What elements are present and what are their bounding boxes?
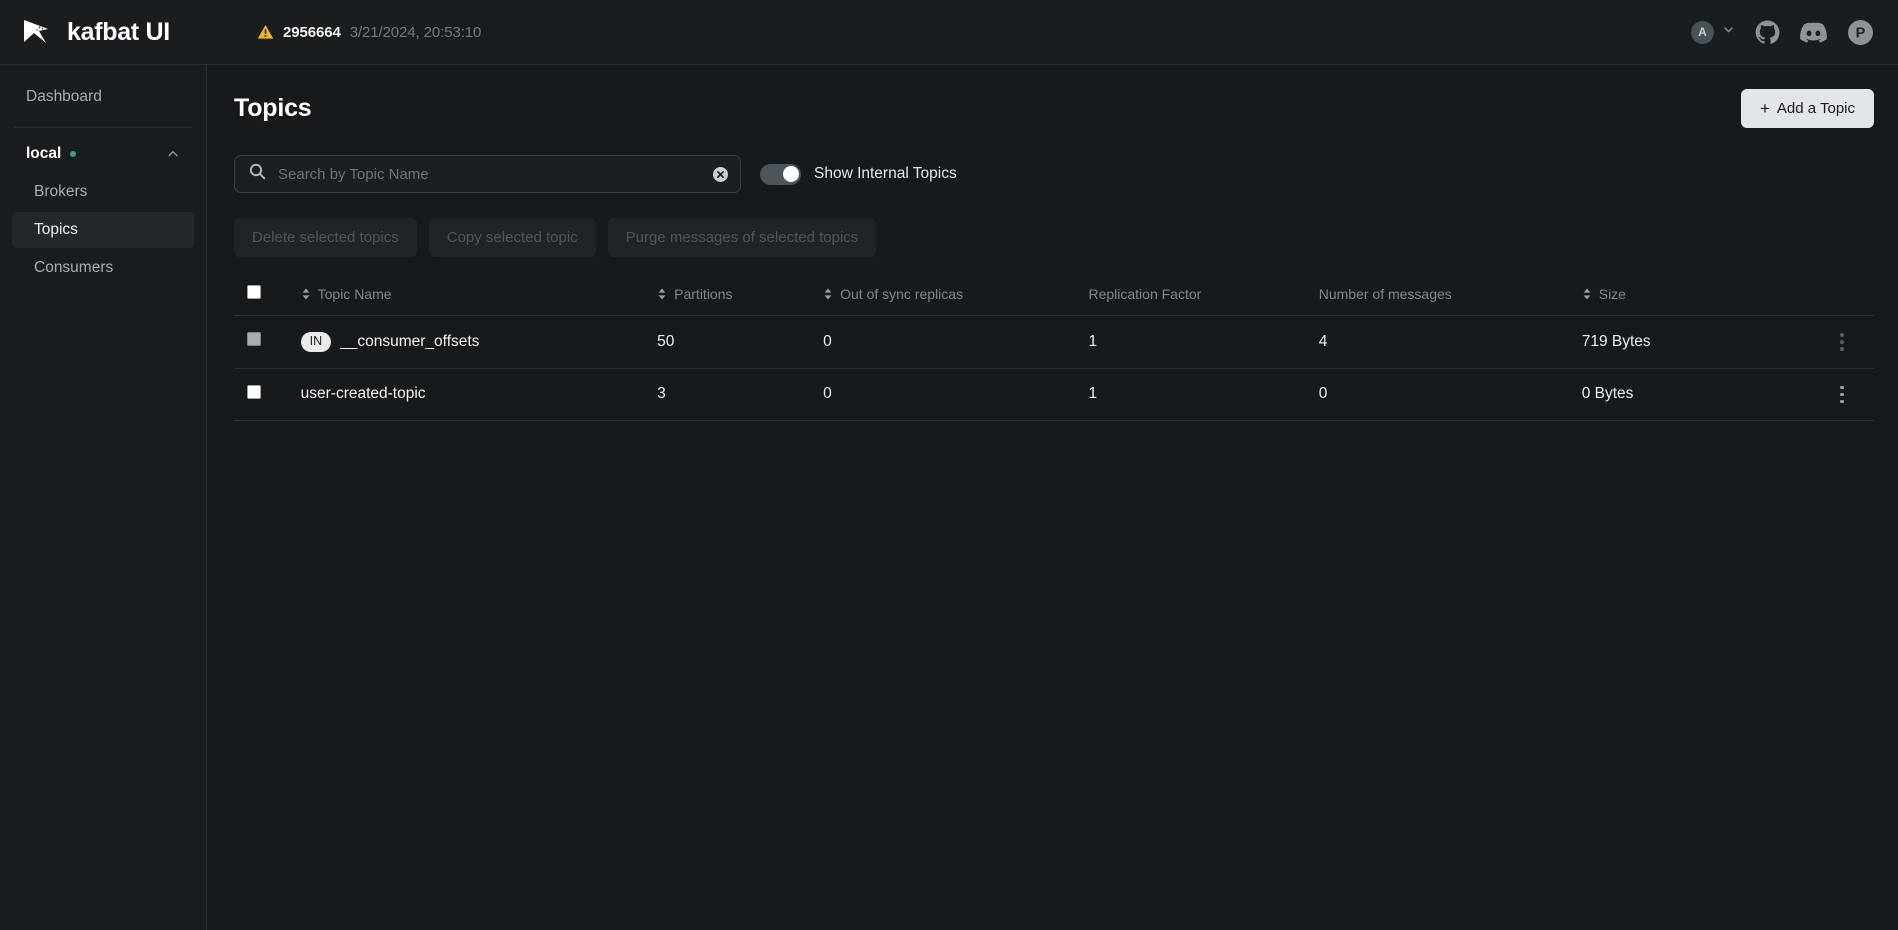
kebab-menu-icon[interactable] — [1832, 333, 1852, 351]
avatar: A — [1691, 20, 1714, 44]
bulk-actions-row: Delete selected topics Copy selected top… — [234, 218, 1874, 257]
row-checkbox[interactable] — [247, 384, 261, 399]
body-wrapper: Dashboard local Brokers Topics Consumers — [0, 65, 1898, 930]
row-partitions: 3 — [657, 368, 824, 421]
p-circle-icon[interactable]: P — [1847, 19, 1874, 46]
internal-topic-badge: IN — [300, 332, 332, 352]
sidebar-item-consumers[interactable]: Consumers — [12, 250, 194, 286]
header-topic-name[interactable]: Topic Name — [300, 285, 658, 316]
app-root: kafbat UI 2956664 3/21/2024, 20:53:10 A — [0, 0, 1898, 930]
row-menu-cell — [1803, 315, 1874, 369]
sort-arrows-icon — [301, 287, 311, 301]
internal-topics-toggle-group: Show Internal Topics — [760, 163, 957, 185]
table-header: Topic Name Partitions Out of sync replic… — [234, 285, 1874, 316]
header-label: Replication Factor — [1088, 286, 1202, 302]
header-label: Size — [1598, 286, 1626, 302]
row-topic-name-cell: user-created-topic — [300, 368, 658, 421]
row-number-of-messages: 4 — [1318, 315, 1582, 369]
sort-arrows-icon — [1582, 287, 1592, 301]
plus-icon: + — [1759, 99, 1770, 118]
row-partitions: 50 — [657, 315, 824, 369]
header-select-all — [234, 285, 301, 316]
github-icon[interactable] — [1755, 20, 1780, 45]
page-header: Topics + Add a Topic — [234, 89, 1874, 128]
sidebar-item-brokers[interactable]: Brokers — [12, 174, 194, 210]
header-partitions[interactable]: Partitions — [657, 285, 824, 316]
topbar-actions: A P — [1691, 19, 1874, 46]
chevron-down-icon — [1722, 23, 1735, 41]
sidebar-top-section: Dashboard — [0, 79, 206, 115]
warning-triangle-icon — [257, 24, 274, 40]
search-input[interactable] — [266, 165, 711, 183]
search-box[interactable] — [234, 155, 741, 193]
cluster-name: local — [26, 145, 62, 162]
sort-arrows-icon — [657, 287, 667, 301]
show-internal-topics-toggle[interactable] — [760, 163, 801, 185]
sidebar-item-dashboard[interactable]: Dashboard — [12, 79, 194, 115]
topics-table: Topic Name Partitions Out of sync replic… — [234, 285, 1874, 421]
row-out-of-sync-replicas: 0 — [823, 368, 1089, 421]
sidebar-cluster-local[interactable]: local — [12, 138, 194, 170]
row-select-cell — [234, 368, 301, 421]
brand-title: kafbat UI — [67, 17, 170, 46]
copy-selected-topic-button[interactable]: Copy selected topic — [428, 218, 596, 257]
table-row: user-created-topic 3 0 1 0 0 Bytes — [234, 368, 1874, 421]
table-header-row: Topic Name Partitions Out of sync replic… — [234, 285, 1874, 316]
row-replication-factor: 1 — [1088, 315, 1319, 369]
kafbat-arrow-logo-icon — [20, 15, 54, 49]
header-row-menu — [1803, 285, 1874, 316]
add-topic-button[interactable]: + Add a Topic — [1740, 89, 1874, 128]
header-number-of-messages: Number of messages — [1318, 285, 1582, 316]
version-info: 2956664 3/21/2024, 20:53:10 — [257, 24, 481, 41]
search-row: Show Internal Topics — [234, 155, 1874, 193]
kebab-menu-icon[interactable] — [1832, 385, 1852, 403]
header-replication-factor: Replication Factor — [1088, 285, 1319, 316]
delete-selected-topics-button[interactable]: Delete selected topics — [234, 218, 417, 257]
clear-circle-icon[interactable] — [711, 165, 729, 183]
row-size: 719 Bytes — [1581, 315, 1804, 369]
table-row: IN __consumer_offsets 50 0 1 4 719 Bytes — [234, 315, 1874, 369]
row-select-cell — [234, 315, 301, 369]
topic-name-link[interactable]: __consumer_offsets — [340, 333, 479, 351]
header-label: Partitions — [674, 286, 733, 302]
header-out-of-sync-replicas[interactable]: Out of sync replicas — [823, 285, 1089, 316]
header-label: Number of messages — [1318, 286, 1452, 302]
sidebar-item-topics[interactable]: Topics — [12, 212, 194, 248]
topic-name-link[interactable]: user-created-topic — [301, 385, 426, 403]
user-menu[interactable]: A — [1691, 20, 1735, 44]
header-label: Topic Name — [317, 286, 392, 302]
brand-area[interactable]: kafbat UI — [20, 15, 250, 49]
row-number-of-messages: 0 — [1318, 368, 1582, 421]
row-menu-cell — [1803, 368, 1874, 421]
cluster-online-dot-icon — [70, 151, 77, 157]
table-body: IN __consumer_offsets 50 0 1 4 719 Bytes — [234, 315, 1874, 421]
header-label: Out of sync replicas — [840, 286, 964, 302]
toggle-knob — [782, 166, 799, 182]
row-replication-factor: 1 — [1088, 368, 1319, 421]
page-title: Topics — [234, 94, 312, 122]
row-checkbox[interactable] — [247, 332, 261, 347]
commit-id: 2956664 — [283, 23, 341, 41]
svg-text:P: P — [1856, 25, 1866, 41]
top-navigation-bar: kafbat UI 2956664 3/21/2024, 20:53:10 A — [0, 0, 1898, 65]
header-size[interactable]: Size — [1581, 285, 1804, 316]
sidebar-cluster-items: Brokers Topics Consumers — [0, 170, 206, 288]
sidebar: Dashboard local Brokers Topics Consumers — [0, 65, 207, 930]
purge-messages-button[interactable]: Purge messages of selected topics — [607, 218, 877, 257]
row-out-of-sync-replicas: 0 — [823, 315, 1089, 369]
row-size: 0 Bytes — [1581, 368, 1804, 421]
sidebar-divider — [14, 127, 192, 128]
select-all-checkbox[interactable] — [247, 285, 261, 299]
search-icon — [249, 163, 266, 185]
row-topic-name-cell: IN __consumer_offsets — [300, 315, 658, 369]
sort-arrows-icon — [823, 287, 833, 301]
commit-timestamp: 3/21/2024, 20:53:10 — [349, 23, 482, 41]
discord-icon[interactable] — [1800, 21, 1827, 43]
chevron-up-icon[interactable] — [166, 147, 180, 161]
main-content: Topics + Add a Topic Search by Topic Nam… — [207, 65, 1898, 930]
show-internal-topics-label: Show Internal Topics — [814, 165, 957, 182]
add-topic-label: Add a Topic — [1776, 100, 1855, 117]
